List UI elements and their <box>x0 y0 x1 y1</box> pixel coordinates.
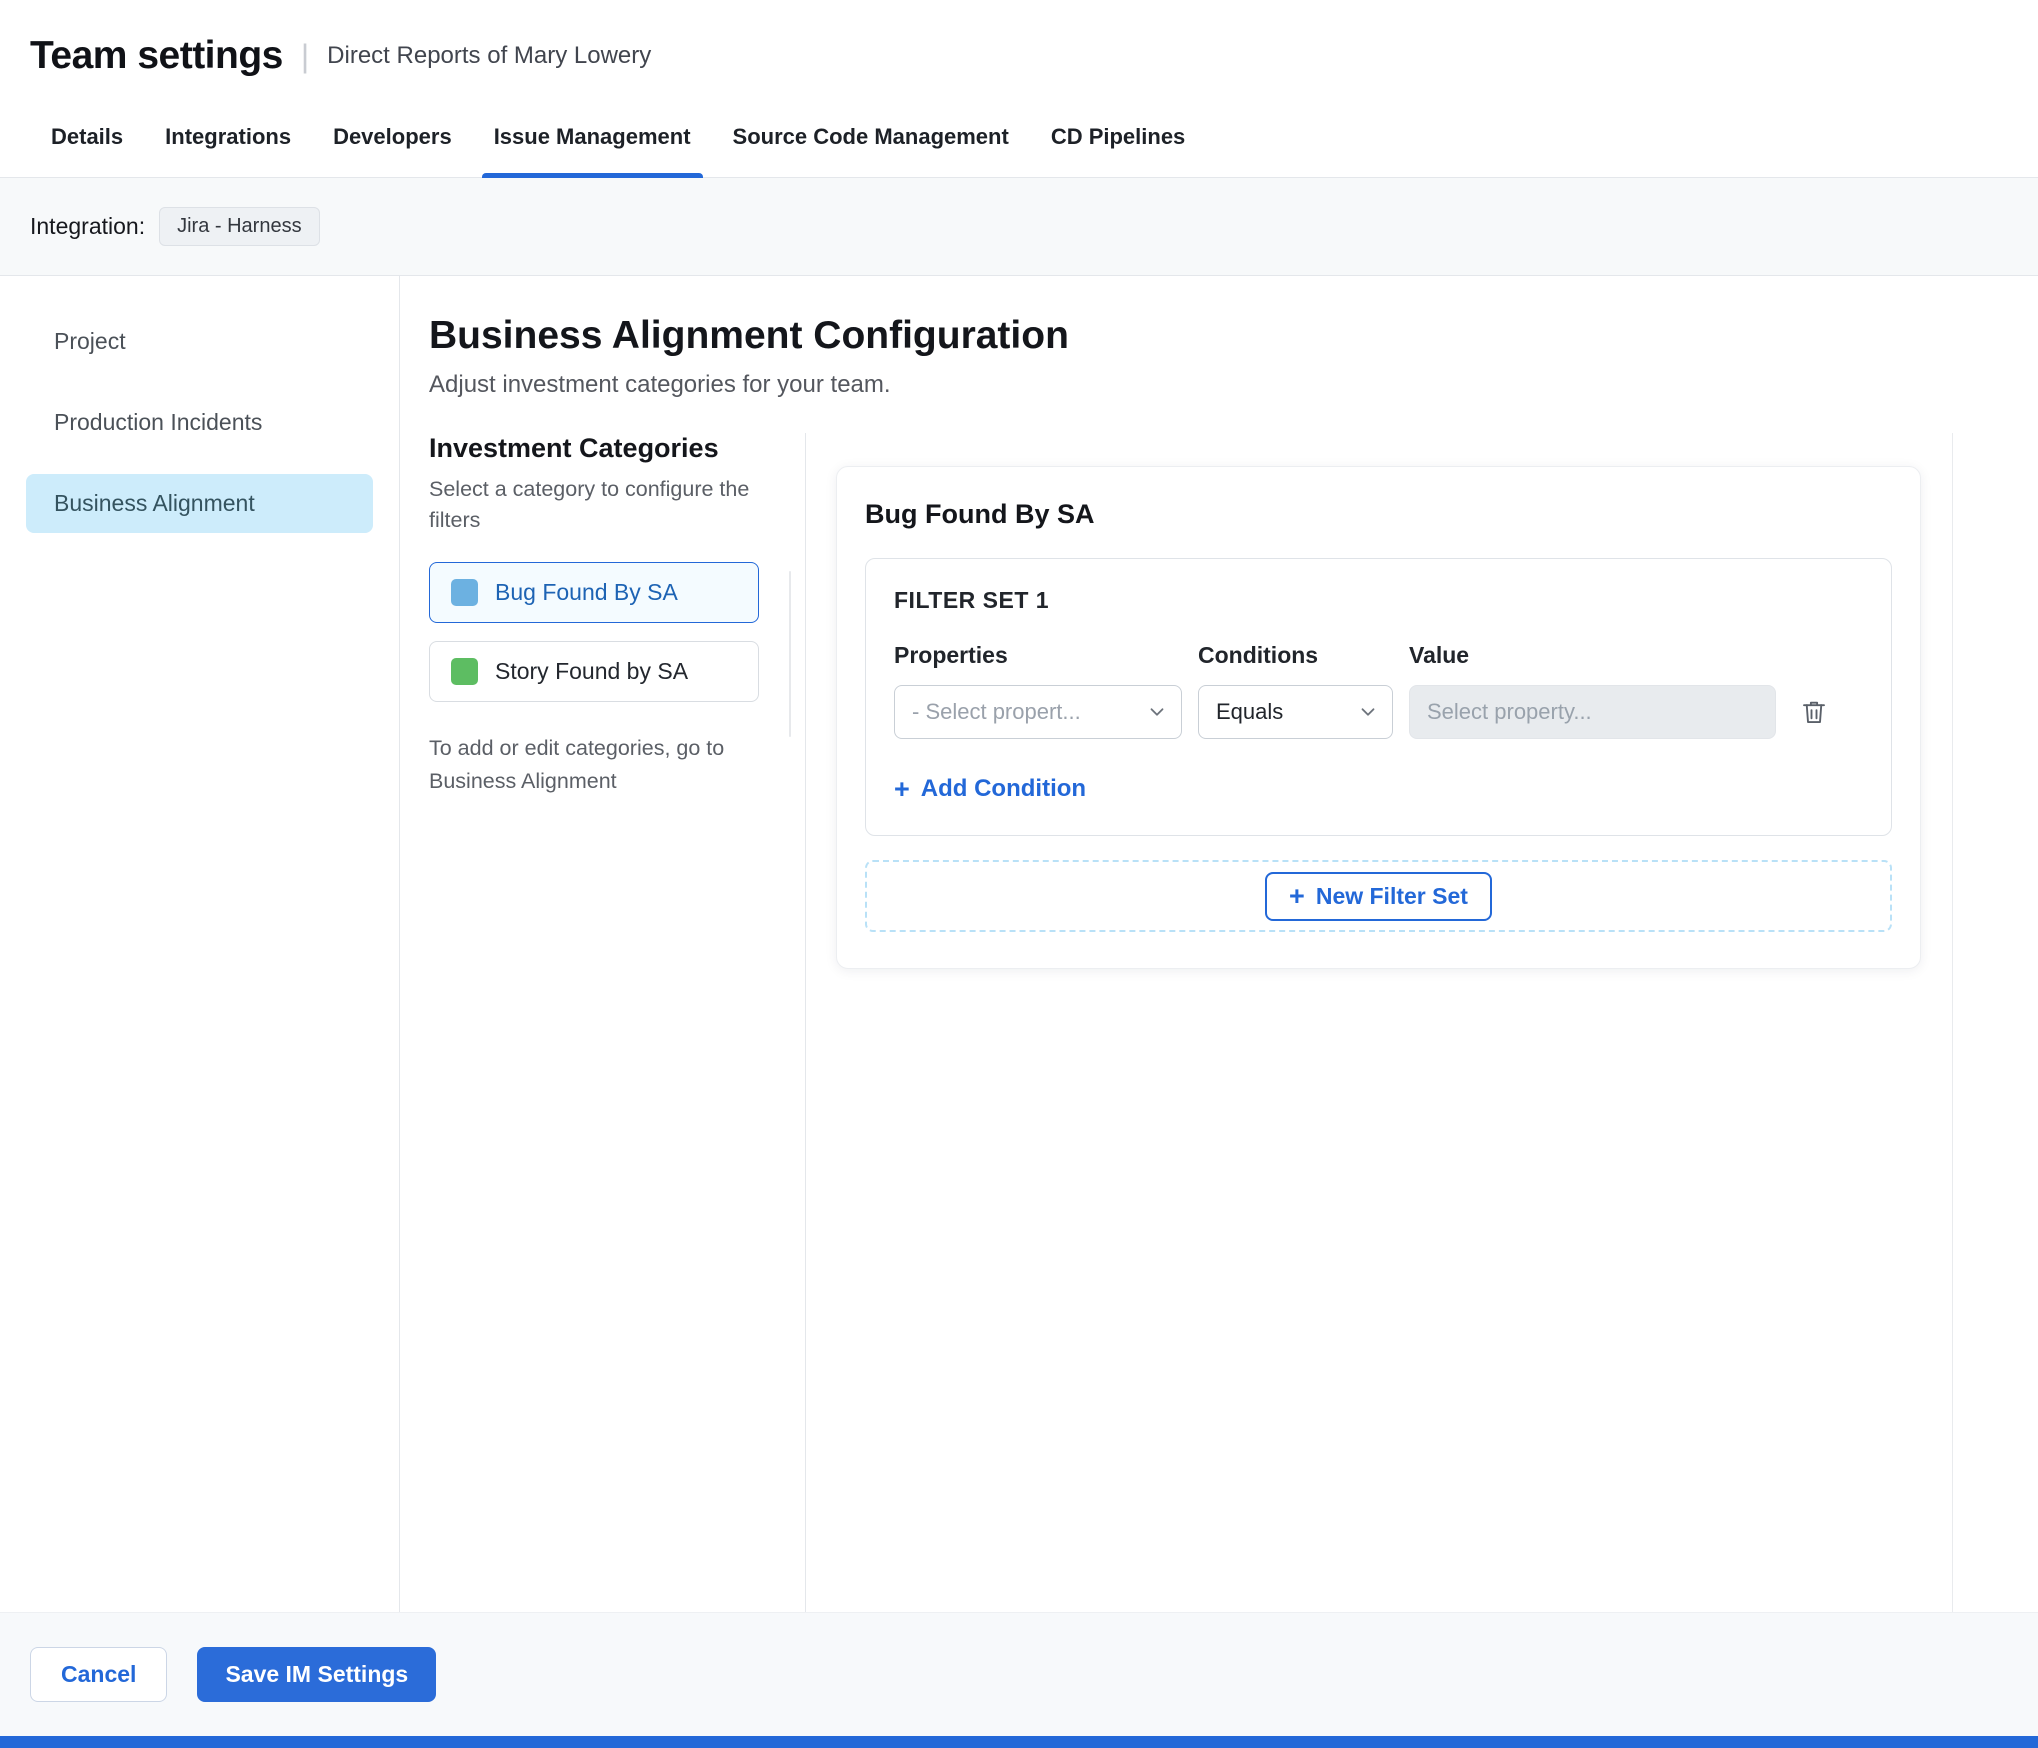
new-filter-set-dropzone: + New Filter Set <box>865 860 1892 932</box>
tab-source-code-management[interactable]: Source Code Management <box>712 102 1030 177</box>
tab-issue-management[interactable]: Issue Management <box>473 102 712 178</box>
tab-details[interactable]: Details <box>30 102 144 177</box>
investment-categories-column: Investment Categories Select a category … <box>429 433 806 1612</box>
filter-column-labels: Properties Conditions Value <box>894 642 1863 669</box>
column-label-value: Value <box>1409 642 1470 668</box>
panel-title: Bug Found By SA <box>865 499 1095 529</box>
page-header: Team settings | Direct Reports of Mary L… <box>0 0 2038 102</box>
new-filter-set-label: New Filter Set <box>1315 882 1468 909</box>
integration-row: Integration: Jira - Harness <box>0 178 2038 276</box>
tab-integrations[interactable]: Integrations <box>144 102 312 177</box>
new-filter-set-button[interactable]: + New Filter Set <box>1265 871 1492 921</box>
workspace: Investment Categories Select a category … <box>429 433 2038 1612</box>
chevron-down-icon <box>1146 701 1168 723</box>
category-list-scrollbar[interactable] <box>789 571 791 737</box>
column-label-conditions: Conditions <box>1198 642 1319 668</box>
save-button[interactable]: Save IM Settings <box>197 1647 437 1702</box>
main-panel: Business Alignment Configuration Adjust … <box>400 276 2038 1612</box>
category-item-story-found-by-sa[interactable]: Story Found by SA <box>429 641 759 703</box>
sidebar-item-project[interactable]: Project <box>0 312 399 371</box>
conditions-select-value: Equals <box>1216 699 1284 724</box>
filter-condition-row: - Select propert... Equals <box>894 685 1863 739</box>
page-title: Team settings <box>30 34 283 77</box>
section-subtitle: Adjust investment categories for your te… <box>429 371 891 398</box>
sidebar-item-business-alignment[interactable]: Business Alignment <box>26 474 373 533</box>
section-title: Business Alignment Configuration <box>429 314 1069 357</box>
properties-select-placeholder: - Select propert... <box>912 699 1081 724</box>
cancel-button[interactable]: Cancel <box>30 1647 168 1702</box>
footer-bar: Cancel Save IM Settings <box>0 1612 2038 1736</box>
add-condition-label: Add Condition <box>920 775 1087 802</box>
category-label: Bug Found By SA <box>495 579 678 606</box>
value-input[interactable] <box>1409 685 1776 739</box>
category-item-bug-found-by-sa[interactable]: Bug Found By SA <box>429 562 759 624</box>
categories-footnote: To add or edit categories, go to Busines… <box>429 736 725 793</box>
add-condition-button[interactable]: + Add Condition <box>894 775 1086 803</box>
category-color-swatch <box>451 658 478 686</box>
title-divider: | <box>300 38 310 74</box>
properties-select[interactable]: - Select propert... <box>894 685 1182 739</box>
tab-bar: Details Integrations Developers Issue Ma… <box>0 102 2038 178</box>
sidebar-item-production-incidents[interactable]: Production Incidents <box>0 393 399 452</box>
category-list: Bug Found By SA Story Found by SA <box>429 562 775 703</box>
filter-set-box: FILTER SET 1 Properties Conditions Value… <box>865 558 1892 836</box>
category-color-swatch <box>451 579 478 607</box>
panel-scroll-divider <box>1952 433 1953 1612</box>
content-area: Project Production Incidents Business Al… <box>0 276 2038 1612</box>
category-label: Story Found by SA <box>495 658 689 685</box>
chevron-down-icon <box>1357 701 1379 723</box>
plus-icon: + <box>1289 880 1305 911</box>
settings-sidebar: Project Production Incidents Business Al… <box>0 276 400 1612</box>
tab-developers[interactable]: Developers <box>312 102 473 177</box>
bottom-accent-bar <box>0 1736 2038 1748</box>
filter-set-title: FILTER SET 1 <box>894 587 1050 613</box>
column-label-properties: Properties <box>894 642 1008 668</box>
delete-condition-button[interactable] <box>1795 693 1833 731</box>
investment-categories-hint: Select a category to configure the filte… <box>429 477 750 533</box>
category-config-card: Bug Found By SA FILTER SET 1 Properties … <box>836 466 1921 969</box>
plus-icon: + <box>894 773 910 804</box>
integration-label: Integration: <box>30 213 146 239</box>
integration-chip[interactable]: Jira - Harness <box>159 207 320 246</box>
trash-icon <box>1799 697 1829 727</box>
investment-categories-heading: Investment Categories <box>429 433 719 463</box>
page-subtitle: Direct Reports of Mary Lowery <box>327 42 652 69</box>
tab-cd-pipelines[interactable]: CD Pipelines <box>1030 102 1206 177</box>
conditions-select[interactable]: Equals <box>1198 685 1393 739</box>
filter-panel-column: Bug Found By SA FILTER SET 1 Properties … <box>806 433 2038 1612</box>
